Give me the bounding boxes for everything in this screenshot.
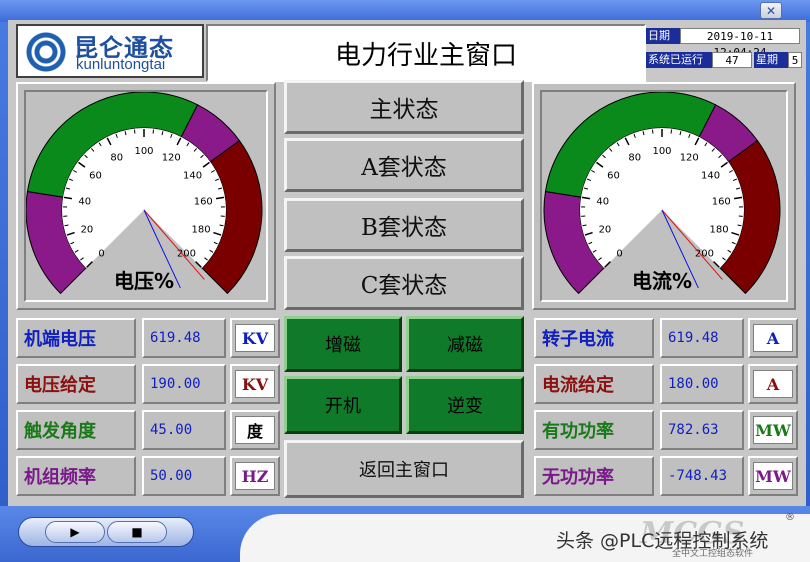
page-title: 电力行业主窗口 [206,24,646,82]
gauge-tick-label: 200 [695,248,714,259]
close-icon[interactable]: ✕ [760,2,782,19]
gauge-tick-label: 180 [710,225,729,236]
gauge-tick-label: 20 [81,225,94,236]
gauge-tick-label: 40 [596,197,609,208]
runtime-value: 47 [712,52,752,68]
left-value: 50.00 [150,468,193,484]
right-label: 无功功率 [534,456,654,496]
power-on-button[interactable]: 开机 [284,376,402,434]
left-label: 机组频率 [16,456,136,496]
right-value: 619.48 [668,330,719,346]
c-status-button[interactable]: C套状态 [284,256,524,310]
left-unit-box: HZ [230,456,280,496]
right-unit: MW [753,416,793,444]
gauge-tick-label: 60 [89,171,102,182]
gauge-tick-label: 120 [680,153,699,164]
left-value-box: 50.00 [142,456,226,496]
right-unit: A [753,370,793,398]
right-unit: A [753,324,793,352]
right-unit-box: MW [748,456,798,496]
current-gauge-panel: 0 20 40 60 80 100 120 140 160 180 200 电流% [532,82,796,310]
logo-en-text: kunluntongtai [76,56,166,73]
decrease-magnetic-button[interactable]: 减磁 [406,316,524,372]
right-unit-box: A [748,318,798,358]
left-unit-box: KV [230,364,280,404]
stop-icon[interactable]: ■ [107,521,167,543]
increase-magnetic-button[interactable]: 增磁 [284,316,402,372]
right-value-box: 782.63 [660,410,744,450]
left-label: 机端电压 [16,318,136,358]
right-value-box: -748.43 [660,456,744,496]
weekday-label: 星期 [754,52,788,68]
left-unit: KV [235,370,275,398]
b-status-button[interactable]: B套状态 [284,198,524,252]
logo: 昆仑通态 kunluntongtai [16,24,204,78]
right-value: 782.63 [668,422,719,438]
gauge-tick-label: 80 [628,153,641,164]
right-value: -748.43 [668,468,728,484]
registered-mark: ® [785,512,795,523]
date-value: 2019-10-11 12:04:24 [680,28,800,59]
gauge-tick-label: 40 [78,197,91,208]
watermark-text: 头条 @PLC远程控制系统 [556,530,769,552]
gauge-tick-label: 0 [98,248,104,259]
gauge-tick-label: 120 [162,153,181,164]
gauge-tick-label: 160 [712,197,731,208]
gauge-tick-label: 100 [652,146,671,157]
voltage-gauge-panel: 0 20 40 60 80 100 120 140 160 180 200 电压% [16,82,276,310]
invert-button[interactable]: 逆变 [406,376,524,434]
left-value: 45.00 [150,422,193,438]
left-label: 电压给定 [16,364,136,404]
left-value: 190.00 [150,376,201,392]
left-value: 619.48 [150,330,201,346]
left-unit-box: KV [230,318,280,358]
kunlun-logo-icon [24,30,68,74]
main-canvas: 昆仑通态 kunluntongtai 电力行业主窗口 日期 2019-10-11… [8,20,806,506]
voltage-gauge: 0 20 40 60 80 100 120140 160 180 200电压% [25,91,263,295]
weekday-value: 5 [788,52,802,68]
left-unit: KV [235,324,275,352]
voltage-gauge-frame: 0 20 40 60 80 100 120 140 160 180 200 电压% [24,90,268,302]
left-unit: 度 [235,416,275,444]
gauge-tick-label: 200 [177,248,196,259]
play-icon[interactable]: ▶ [45,521,105,543]
left-value-box: 190.00 [142,364,226,404]
gauge-label: 电流% [632,269,692,293]
gauge-tick-label: 0 [616,248,622,259]
left-value-box: 619.48 [142,318,226,358]
right-unit-box: MW [748,410,798,450]
gauge-tick-label: 140 [183,171,202,182]
date-label: 日期 [646,28,680,44]
runtime-label: 系统已运行 [646,52,712,68]
current-gauge-frame: 0 20 40 60 80 100 120 140 160 180 200 电流% [540,90,788,302]
right-unit: MW [753,462,793,490]
right-unit-box: A [748,364,798,404]
right-value: 180.00 [668,376,719,392]
left-value-box: 45.00 [142,410,226,450]
gauge-tick-label: 80 [110,153,123,164]
a-status-button[interactable]: A套状态 [284,138,524,192]
gauge-tick-label: 180 [192,225,211,236]
gauge-tick-label: 100 [134,146,153,157]
right-label: 电流给定 [534,364,654,404]
right-label: 转子电流 [534,318,654,358]
title-bar [0,0,810,22]
main-status-button[interactable]: 主状态 [284,80,524,134]
gauge-tick-label: 60 [607,171,620,182]
left-label: 触发角度 [16,410,136,450]
left-unit: HZ [235,462,275,490]
back-main-window-button[interactable]: 返回主窗口 [284,440,524,498]
gauge-tick-label: 140 [701,171,720,182]
right-value-box: 180.00 [660,364,744,404]
current-gauge: 0 20 40 60 80 100 120140 160 180 200电流% [543,91,781,295]
left-unit-box: 度 [230,410,280,450]
gauge-tick-label: 20 [599,225,612,236]
right-value-box: 619.48 [660,318,744,358]
gauge-tick-label: 160 [194,197,213,208]
gauge-label: 电压% [114,269,174,293]
right-label: 有功功率 [534,410,654,450]
media-player-control: ▶ ■ [18,517,194,547]
